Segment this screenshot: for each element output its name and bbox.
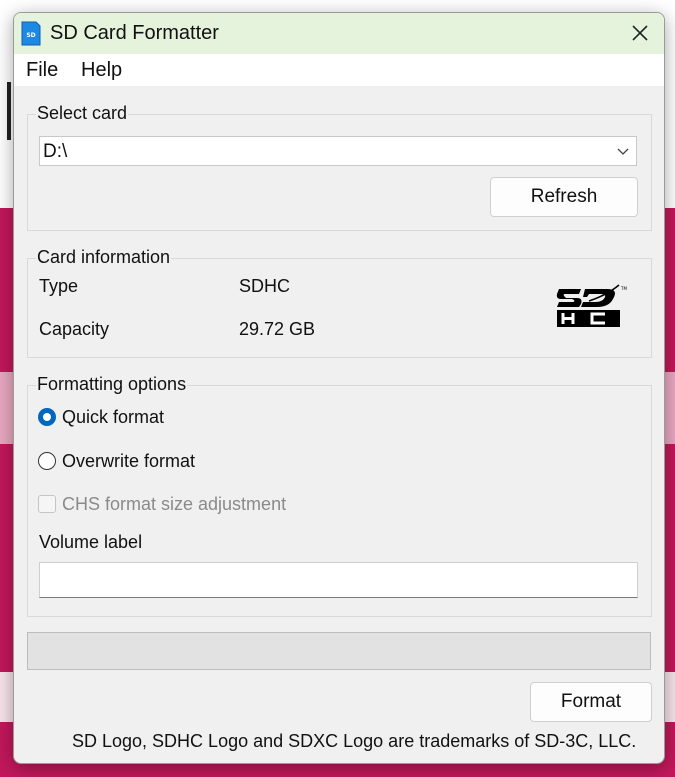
close-button[interactable]	[624, 17, 656, 49]
close-icon	[632, 25, 648, 41]
card-information-title: Card information	[36, 247, 172, 268]
chs-adjustment-checkbox	[38, 495, 56, 513]
chevron-down-icon	[617, 148, 629, 155]
volume-label-title: Volume label	[39, 532, 143, 552]
background-app-edge	[7, 82, 11, 140]
format-progress-bar	[27, 632, 651, 670]
chs-adjustment-label: CHS format size adjustment	[62, 493, 287, 514]
select-card-group: Select card D:\ Refresh	[27, 103, 652, 231]
menu-bar: File Help	[14, 54, 664, 86]
overwrite-format-radio[interactable]	[38, 452, 56, 470]
formatting-options-title: Formatting options	[36, 374, 188, 395]
sd-card-formatter-window: SD SD Card Formatter File Help Select ca…	[13, 12, 665, 764]
capacity-label: Capacity	[39, 319, 110, 339]
trademark-notice: SD Logo, SDHC Logo and SDXC Logo are tra…	[72, 731, 637, 751]
overwrite-format-option[interactable]: Overwrite format	[38, 448, 195, 474]
formatting-options-group: Formatting options Quick format Overwrit…	[27, 374, 652, 617]
format-button[interactable]: Format	[530, 682, 652, 722]
overwrite-format-label: Overwrite format	[62, 450, 196, 471]
window-title: SD Card Formatter	[50, 22, 219, 44]
type-label: Type	[39, 276, 79, 296]
drive-select-value: D:\	[43, 141, 68, 162]
chs-adjustment-option: CHS format size adjustment	[38, 491, 286, 517]
sdhc-logo-icon: TM	[556, 284, 627, 327]
card-information-group: Card information Type SDHC Capacity 29.7…	[27, 247, 652, 358]
svg-text:SD: SD	[26, 32, 35, 39]
quick-format-option[interactable]: Quick format	[38, 404, 164, 430]
menu-help[interactable]: Help	[81, 59, 122, 82]
type-value: SDHC	[239, 276, 291, 296]
drive-select[interactable]: D:\	[39, 136, 637, 166]
capacity-value: 29.72 GB	[239, 319, 316, 339]
quick-format-radio[interactable]	[38, 408, 56, 426]
volume-label-input[interactable]	[39, 562, 638, 598]
select-card-title: Select card	[36, 103, 129, 124]
title-bar[interactable]: SD SD Card Formatter	[14, 13, 664, 54]
refresh-button[interactable]: Refresh	[490, 177, 638, 217]
svg-text:TM: TM	[620, 286, 627, 291]
menu-file[interactable]: File	[26, 59, 58, 82]
quick-format-label: Quick format	[62, 406, 165, 427]
sd-card-app-icon: SD	[21, 21, 41, 46]
